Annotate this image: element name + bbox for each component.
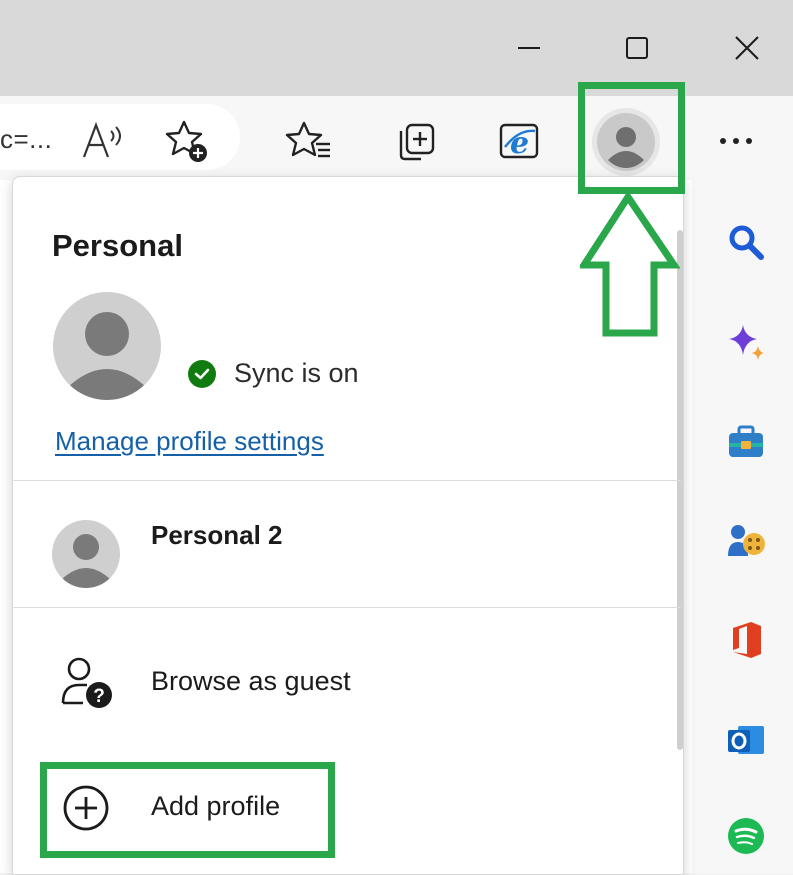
divider [13, 480, 681, 481]
sidebar-office-button[interactable] [718, 612, 774, 668]
spotify-icon [728, 818, 764, 854]
svg-text:?: ? [93, 686, 105, 707]
profile-name: Personal 2 [151, 520, 283, 550]
close-icon [735, 36, 759, 60]
profile-button-highlight [578, 82, 685, 194]
ie-mode-button[interactable]: e [492, 114, 546, 168]
favorites-icon [285, 121, 330, 158]
collections-button[interactable] [388, 114, 442, 168]
maximize-button[interactable] [610, 20, 664, 76]
sync-check-icon [188, 359, 216, 388]
avatar [52, 520, 120, 588]
add-profile-highlight [40, 762, 335, 858]
avatar-person-icon [53, 292, 161, 400]
up-arrow-annotation [580, 193, 680, 337]
games-icon [728, 525, 765, 556]
address-text[interactable]: c=... [0, 124, 52, 155]
outlook-icon [728, 726, 764, 754]
sidebar-outlook-button[interactable] [718, 712, 774, 768]
minimize-button[interactable] [502, 20, 556, 76]
favorites-button[interactable] [282, 114, 336, 168]
minimize-icon [518, 47, 540, 49]
sidebar-copilot-button[interactable] [718, 314, 774, 370]
divider [13, 607, 681, 608]
more-icon [720, 138, 752, 144]
search-icon [729, 225, 764, 260]
office-icon [733, 622, 761, 658]
tools-icon [729, 425, 763, 457]
sidebar-search-button[interactable] [718, 214, 774, 270]
manage-profile-settings-link[interactable]: Manage profile settings [55, 426, 324, 457]
avatar [53, 292, 161, 400]
copilot-icon [729, 325, 764, 360]
add-favorite-button[interactable] [160, 114, 214, 168]
read-aloud-icon [82, 121, 121, 158]
add-favorite-icon [165, 120, 207, 162]
browse-as-guest-label: Browse as guest [151, 666, 351, 696]
read-aloud-button[interactable] [78, 118, 128, 164]
avatar-person-icon [52, 520, 120, 588]
close-button[interactable] [720, 20, 774, 76]
more-button[interactable] [710, 118, 762, 164]
sync-status: Sync is on [188, 358, 359, 389]
sidebar-spotify-button[interactable] [718, 808, 774, 864]
sidebar-tools-button[interactable] [718, 414, 774, 470]
profile-heading: Personal [52, 228, 183, 263]
maximize-icon [626, 37, 648, 59]
collections-icon [399, 123, 435, 161]
ie-mode-icon: e [499, 123, 539, 161]
sync-status-text: Sync is on [234, 358, 359, 388]
sidebar-games-button[interactable] [718, 512, 774, 568]
guest-icon: ? [56, 654, 116, 712]
